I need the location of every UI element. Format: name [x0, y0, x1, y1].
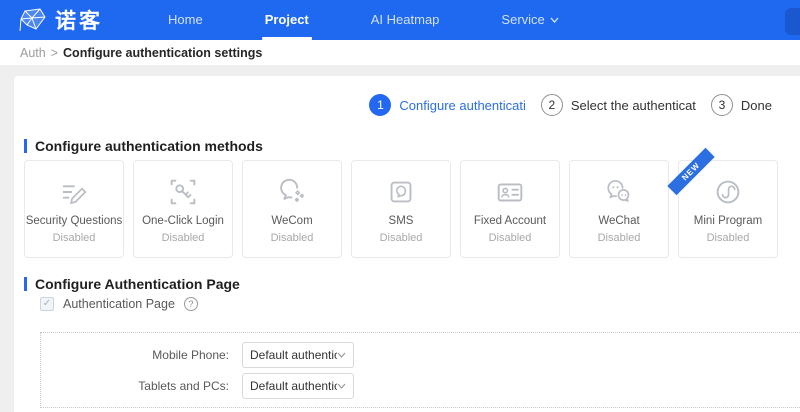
navbar-cut-off-element	[785, 8, 800, 35]
method-title: Fixed Account	[473, 215, 547, 227]
breadcrumb: Auth > Configure authentication settings	[0, 40, 800, 65]
method-title: WeChat	[598, 215, 640, 227]
id-card-icon	[493, 174, 527, 210]
method-card-mini-program[interactable]: NEW Mini Program Disabled	[667, 147, 778, 258]
step-number-badge: 2	[540, 94, 563, 116]
wizard-steps: 1 Configure authenticati 2 Select the au…	[369, 94, 772, 116]
logo-polygon-bird-icon	[18, 7, 48, 33]
authentication-page-toggle-row: ✓ Authentication Page ?	[40, 297, 198, 311]
breadcrumb-current: Configure authentication settings	[63, 45, 263, 60]
nav-item-label: AI Heatmap	[370, 12, 440, 27]
step-label: Select the authenticat	[570, 97, 696, 113]
method-card-security-questions[interactable]: Security Questions Disabled	[24, 160, 124, 258]
auth-page-section-header: Configure Authentication Page	[24, 276, 240, 292]
authentication-page-form-panel: Mobile Phone: Default authenticatio... T…	[40, 332, 800, 408]
nav-item-label: Home	[168, 12, 203, 27]
chevron-down-icon	[337, 383, 346, 389]
method-status: Disabled	[161, 232, 205, 244]
step-select-authentication: 2 Select the authenticat	[540, 94, 696, 116]
form-row-mobile-phone: Mobile Phone: Default authenticatio...	[41, 342, 800, 368]
form-label: Mobile Phone:	[152, 348, 229, 362]
methods-section-header: Configure authentication methods	[24, 138, 263, 154]
authentication-page-checkbox[interactable]: ✓	[40, 297, 54, 311]
tablets-pcs-template-select[interactable]: Default authenticatio...	[242, 373, 354, 399]
nav-item-label: Project	[264, 12, 309, 27]
method-title: WeCom	[271, 215, 313, 227]
main-content-panel: 1 Configure authenticati 2 Select the au…	[14, 76, 800, 412]
sms-bubble-icon	[384, 174, 418, 210]
step-number-badge: 3	[710, 94, 733, 116]
method-title: Mini Program	[693, 215, 763, 227]
method-status: Disabled	[270, 232, 314, 244]
select-value: Default authenticatio...	[250, 379, 337, 393]
method-title: One-Click Login	[142, 215, 224, 227]
method-status: Disabled	[706, 232, 750, 244]
brand-logo[interactable]: 诺客	[18, 5, 103, 35]
section-title: Configure Authentication Page	[35, 276, 240, 292]
breadcrumb-parent-link[interactable]: Auth	[20, 46, 46, 60]
step-done: 3 Done	[710, 94, 772, 116]
chevron-down-icon	[337, 352, 346, 358]
new-ribbon-badge: NEW	[667, 147, 715, 196]
method-status: Disabled	[597, 232, 641, 244]
security-questions-icon	[57, 174, 91, 210]
wechat-icon	[602, 174, 636, 210]
method-status: Disabled	[52, 232, 96, 244]
logo-text: 诺客	[55, 10, 103, 33]
method-title: Security Questions	[25, 215, 123, 227]
section-title: Configure authentication methods	[35, 138, 263, 154]
mobile-phone-template-select[interactable]: Default authenticatio...	[242, 342, 354, 368]
form-label: Tablets and PCs:	[138, 379, 229, 393]
wecom-chat-icon	[275, 174, 309, 210]
breadcrumb-separator: >	[50, 45, 59, 60]
method-card-fixed-account[interactable]: Fixed Account Disabled	[460, 160, 560, 258]
nav-item-home[interactable]: Home	[137, 0, 234, 40]
select-value: Default authenticatio...	[250, 348, 337, 362]
step-configure-authentication: 1 Configure authenticati	[369, 94, 526, 116]
nav-item-service[interactable]: Service	[470, 0, 589, 40]
section-accent-bar	[24, 139, 27, 153]
nav-item-label: Service	[501, 12, 545, 27]
method-card-one-click-login[interactable]: One-Click Login Disabled	[133, 160, 233, 258]
method-status: Disabled	[379, 232, 423, 244]
mini-program-icon	[711, 174, 745, 210]
checkbox-label: Authentication Page	[63, 297, 175, 311]
step-label: Done	[740, 97, 772, 113]
method-card-wecom[interactable]: WeCom Disabled	[242, 160, 342, 258]
one-click-login-key-icon	[166, 174, 200, 210]
method-title: SMS	[388, 215, 414, 227]
form-row-tablets-pcs: Tablets and PCs: Default authenticatio..…	[41, 373, 800, 399]
method-card-wechat[interactable]: WeChat Disabled	[569, 160, 669, 258]
top-navbar: 诺客 Home Project AI Heatmap Service	[0, 0, 800, 40]
step-label: Configure authenticati	[399, 97, 526, 113]
step-number-badge: 1	[369, 94, 392, 116]
method-status: Disabled	[488, 232, 532, 244]
section-accent-bar	[24, 277, 27, 291]
chevron-down-icon	[550, 17, 559, 23]
nav-item-ai-heatmap[interactable]: AI Heatmap	[340, 0, 471, 40]
help-icon[interactable]: ?	[183, 297, 198, 311]
nav-item-project[interactable]: Project	[234, 0, 340, 40]
method-card-sms[interactable]: SMS Disabled	[351, 160, 451, 258]
nav-menu: Home Project AI Heatmap Service	[137, 0, 590, 40]
auth-method-cards: Security Questions Disabled One-Click Lo…	[24, 147, 778, 258]
